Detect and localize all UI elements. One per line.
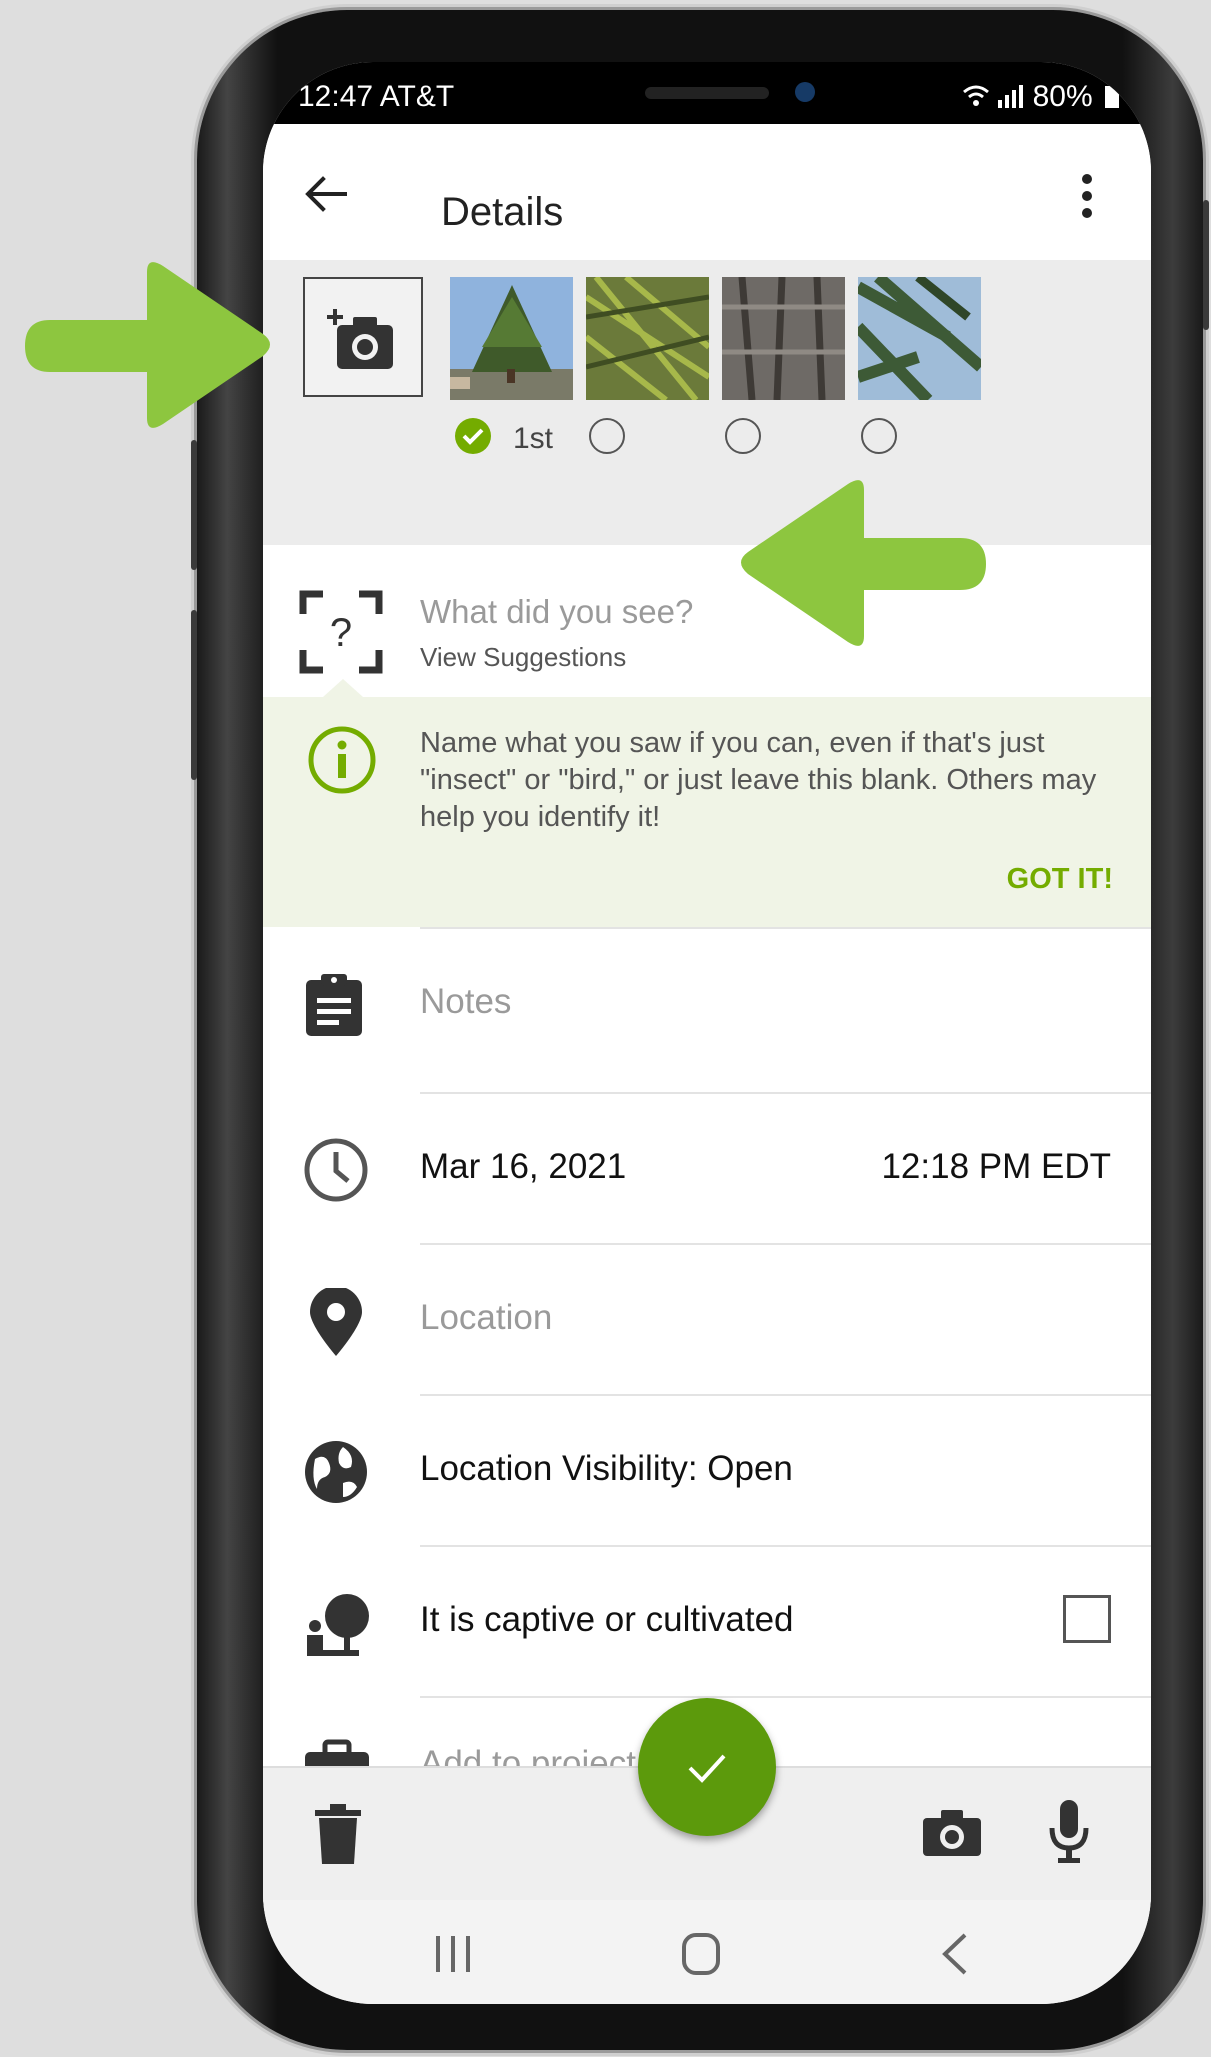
check-icon bbox=[462, 428, 484, 445]
annotation-arrow-species bbox=[741, 480, 986, 646]
page-title: Details bbox=[441, 190, 564, 234]
camera-icon[interactable] bbox=[923, 1810, 981, 1856]
photo-thumbnail-2[interactable] bbox=[586, 277, 709, 400]
back-chevron-icon[interactable] bbox=[939, 1932, 969, 1976]
earpiece bbox=[645, 87, 769, 99]
notes-row[interactable]: Notes bbox=[263, 927, 1151, 1078]
svg-text:?: ? bbox=[330, 611, 352, 655]
globe-icon bbox=[305, 1441, 367, 1503]
photo-thumbnail-1[interactable] bbox=[450, 277, 573, 400]
wifi-signal-icon bbox=[960, 80, 1032, 113]
divider bbox=[420, 1696, 1151, 1698]
divider bbox=[420, 1243, 1151, 1245]
view-suggestions-link[interactable]: View Suggestions bbox=[420, 642, 626, 673]
clock-icon bbox=[304, 1138, 368, 1202]
visibility-row[interactable]: Location Visibility: Open bbox=[263, 1394, 1151, 1545]
system-nav-bar bbox=[263, 1900, 1151, 2004]
cultivated-icon bbox=[307, 1594, 369, 1656]
app-bar: Details bbox=[263, 124, 1151, 262]
battery-text: 80% bbox=[1032, 80, 1093, 113]
location-visibility: Location Visibility: Open bbox=[420, 1449, 793, 1488]
captive-checkbox[interactable] bbox=[1063, 1595, 1111, 1643]
location-row[interactable]: Location bbox=[263, 1243, 1151, 1394]
save-observation-button[interactable] bbox=[638, 1698, 776, 1836]
divider bbox=[420, 1092, 1151, 1094]
date-value[interactable]: Mar 16, 2021 bbox=[420, 1147, 626, 1187]
divider bbox=[420, 1545, 1151, 1547]
back-arrow-icon[interactable] bbox=[303, 174, 349, 219]
datetime-row[interactable]: Mar 16, 2021 12:18 PM EDT bbox=[263, 1092, 1151, 1243]
captive-label: It is captive or cultivated bbox=[420, 1600, 794, 1639]
home-icon[interactable] bbox=[681, 1932, 721, 1976]
divider bbox=[420, 927, 1151, 929]
tip-caret bbox=[323, 679, 363, 697]
battery-icon bbox=[1105, 86, 1119, 108]
first-photo-label: 1st bbox=[513, 422, 554, 455]
mic-icon[interactable] bbox=[1049, 1800, 1089, 1866]
photo-radio-3[interactable] bbox=[725, 418, 761, 454]
location-pin-icon bbox=[310, 1288, 362, 1356]
volume-down-button bbox=[191, 610, 197, 780]
species-selector[interactable]: ? What did you see? View Suggestions bbox=[263, 545, 1151, 697]
check-icon bbox=[688, 1754, 726, 1783]
status-right: 80% bbox=[960, 80, 1119, 114]
captive-row[interactable]: It is captive or cultivated bbox=[263, 1545, 1151, 1696]
photo-strip: 1st bbox=[263, 260, 1151, 545]
add-photo-button[interactable] bbox=[303, 277, 423, 397]
photo-radio-4[interactable] bbox=[861, 418, 897, 454]
power-button bbox=[1203, 200, 1209, 330]
photo-thumbnail-4[interactable] bbox=[858, 277, 981, 400]
photo-thumbnail-3[interactable] bbox=[722, 277, 845, 400]
identification-tip: Name what you saw if you can, even if th… bbox=[263, 679, 1151, 927]
annotation-arrow-add-photo bbox=[25, 262, 270, 428]
first-photo-radio[interactable] bbox=[455, 418, 491, 454]
volume-up-button bbox=[191, 440, 197, 570]
species-unknown-icon: ? bbox=[299, 590, 383, 674]
add-photo-icon bbox=[327, 309, 393, 369]
species-placeholder: What did you see? bbox=[420, 593, 694, 630]
trash-icon[interactable] bbox=[315, 1804, 361, 1866]
time-value[interactable]: 12:18 PM EDT bbox=[881, 1147, 1111, 1187]
notes-field: Notes bbox=[420, 982, 512, 1021]
front-camera bbox=[795, 82, 815, 102]
recent-apps-icon[interactable] bbox=[433, 1934, 473, 1974]
info-icon bbox=[308, 726, 376, 794]
more-vert-icon[interactable] bbox=[1081, 174, 1093, 223]
clipboard-icon bbox=[306, 974, 362, 1036]
photo-radio-2[interactable] bbox=[589, 418, 625, 454]
phone-screen: 12:47 AT&T 80% Details 1st ? What did yo… bbox=[263, 62, 1151, 2004]
tip-text: Name what you saw if you can, even if th… bbox=[420, 727, 1097, 833]
got-it-button[interactable]: GOT IT! bbox=[1007, 863, 1113, 896]
status-time: 12:47 AT&T bbox=[298, 80, 455, 113]
divider bbox=[420, 1394, 1151, 1396]
location-field: Location bbox=[420, 1298, 553, 1337]
